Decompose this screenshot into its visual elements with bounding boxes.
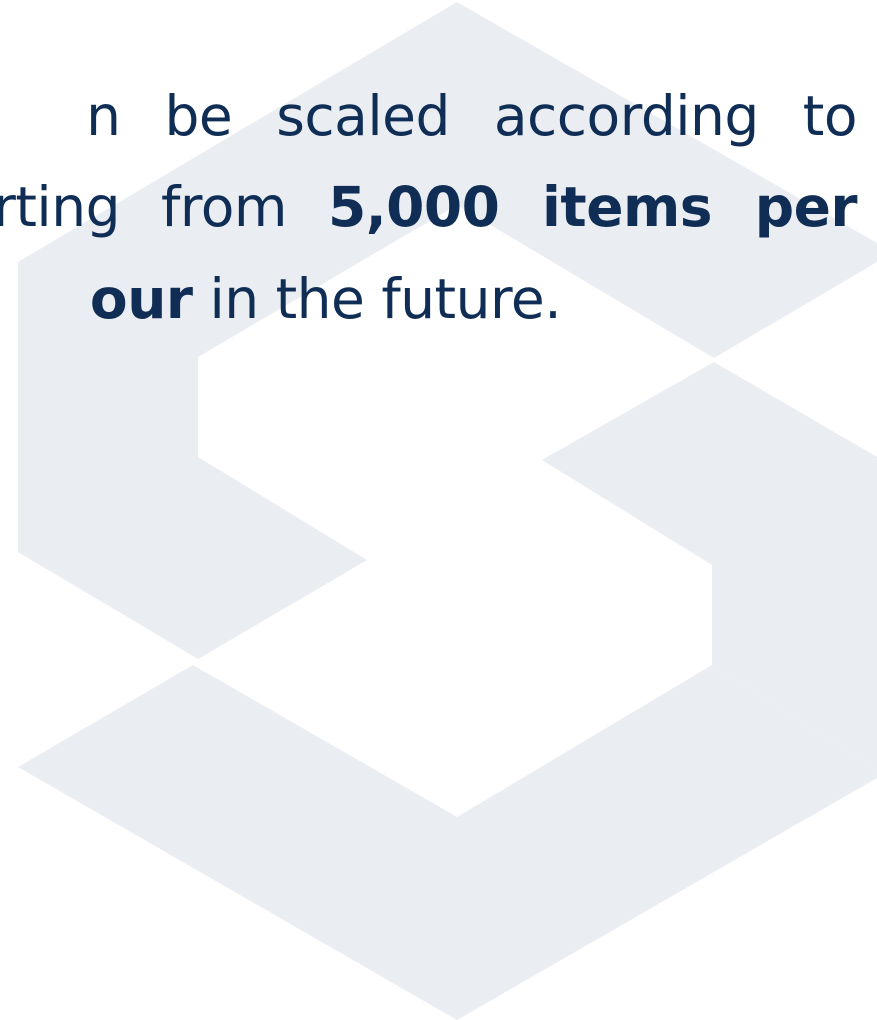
paragraph-line-3: our in the future.	[0, 217, 562, 382]
logo-lower-segment	[18, 665, 877, 1020]
page: n be scaled according to rting from 5,00…	[0, 0, 877, 1020]
paragraph-line-3-rest: in the future.	[192, 267, 562, 331]
paragraph: n be scaled according to rting from 5,00…	[0, 20, 877, 327]
paragraph-line-3-emphasis: our	[89, 267, 193, 331]
